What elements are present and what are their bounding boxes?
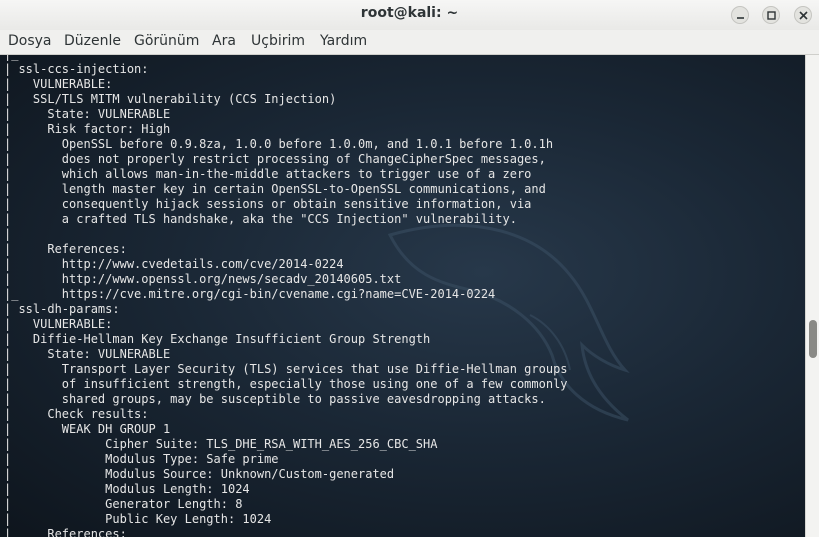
terminal-line: | Diffie-Hellman Key Exchange Insufficie… — [4, 332, 431, 346]
terminal-line: | OpenSSL before 0.9.8za, 1.0.0 before 1… — [4, 137, 554, 151]
terminal-line: | Check results: — [4, 407, 149, 421]
menu-bar: Dosya Düzenle Görünüm Ara Uçbirim Yardım — [0, 30, 819, 55]
terminal-line: | References: — [4, 527, 127, 537]
terminal-line: | VULNERABLE: — [4, 317, 113, 331]
terminal-line: | of insufficient strength, especially t… — [4, 377, 568, 391]
menu-gorunum[interactable]: Görünüm — [134, 33, 199, 49]
menu-dosya[interactable]: Dosya — [8, 33, 52, 49]
terminal-line: | — [4, 227, 12, 241]
terminal-line: | Public Key Length: 1024 — [4, 512, 272, 526]
terminal-window: root@kali: ~ Dosya Düzenle Görünüm Ara U… — [0, 0, 819, 537]
menu-duzenle[interactable]: Düzenle — [64, 33, 121, 49]
terminal-line: | ssl-ccs-injection: — [4, 62, 149, 76]
terminal-line: | length master key in certain OpenSSL-t… — [4, 182, 546, 196]
terminal-line: | a crafted TLS handshake, aka the "CCS … — [4, 212, 517, 226]
window-title: root@kali: ~ — [360, 5, 459, 21]
terminal-line: | Modulus Type: Safe prime — [4, 452, 279, 466]
terminal-line: | State: VULNERABLE — [4, 107, 171, 121]
minimize-button[interactable] — [731, 6, 749, 24]
terminal-line: | References: — [4, 242, 127, 256]
terminal-line: | which allows man-in-the-middle attacke… — [4, 167, 532, 181]
terminal-line: | ssl-dh-params: — [4, 302, 120, 316]
menu-yardim[interactable]: Yardım — [320, 33, 367, 49]
terminal-line: | Generator Length: 8 — [4, 497, 243, 511]
terminal-line: | http://www.openssl.org/news/secadv_201… — [4, 272, 402, 286]
close-icon — [799, 11, 808, 20]
maximize-icon — [767, 11, 776, 20]
terminal-line: | shared groups, may be susceptible to p… — [4, 392, 546, 406]
terminal-line: | WEAK DH GROUP 1 — [4, 422, 171, 436]
maximize-button[interactable] — [762, 6, 780, 24]
terminal-line: | Modulus Length: 1024 — [4, 482, 250, 496]
terminal-line: |_ — [4, 55, 18, 62]
terminal-line: | http://www.cvedetails.com/cve/2014-022… — [4, 257, 344, 271]
terminal-line: | consequently hijack sessions or obtain… — [4, 197, 532, 211]
terminal-line: | Cipher Suite: TLS_DHE_RSA_WITH_AES_256… — [4, 437, 438, 451]
terminal-line: | VULNERABLE: — [4, 77, 113, 91]
title-bar[interactable]: root@kali: ~ — [0, 0, 819, 31]
minimize-icon — [737, 17, 744, 19]
terminal-area[interactable]: |_| ssl-ccs-injection:| VULNERABLE:| SSL… — [0, 55, 805, 537]
terminal-line: | State: VULNERABLE — [4, 347, 171, 361]
terminal-line: | SSL/TLS MITM vulnerability (CCS Inject… — [4, 92, 337, 106]
terminal-line: |_ https://cve.mitre.org/cgi-bin/cvename… — [4, 287, 496, 301]
terminal-line: | does not properly restrict processing … — [4, 152, 546, 166]
close-button[interactable] — [794, 6, 812, 24]
terminal-line: | Risk factor: High — [4, 122, 171, 136]
terminal-scrollbar[interactable] — [805, 55, 819, 537]
terminal-line: | Transport Layer Security (TLS) service… — [4, 362, 568, 376]
menu-ucbirim[interactable]: Uçbirim — [251, 33, 305, 49]
scrollbar-thumb[interactable] — [809, 320, 817, 358]
menu-ara[interactable]: Ara — [212, 33, 236, 49]
terminal-line: | Modulus Source: Unknown/Custom-generat… — [4, 467, 395, 481]
